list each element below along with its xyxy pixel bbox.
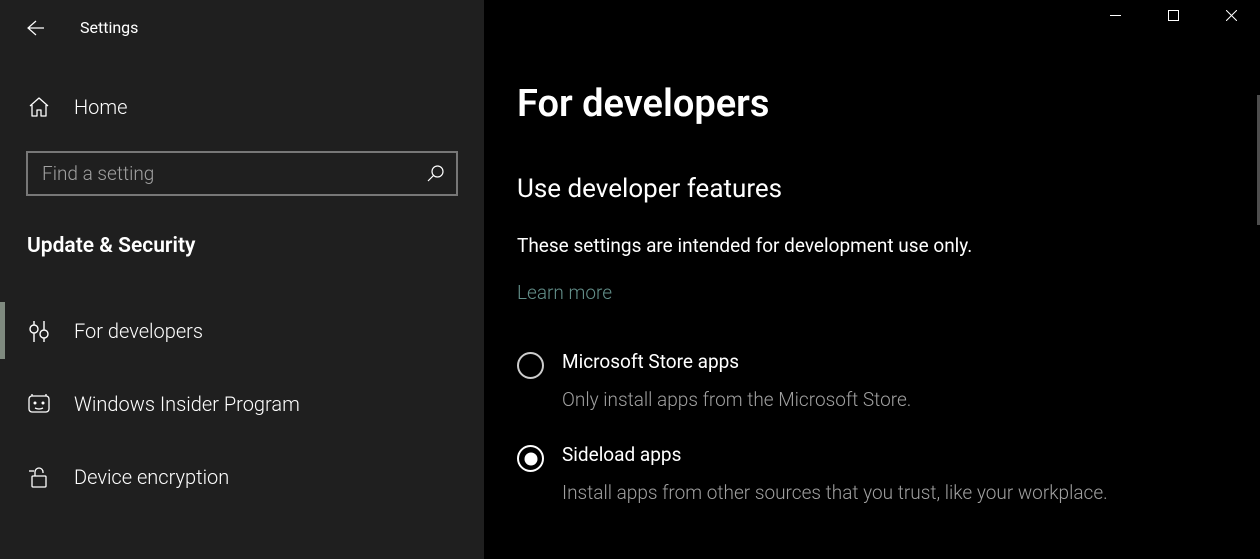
back-button[interactable] <box>24 18 44 38</box>
radio-label: Sideload apps <box>562 443 1108 466</box>
sidebar-item-device-encryption[interactable]: Device encryption <box>0 440 484 513</box>
home-label: Home <box>74 95 127 119</box>
sidebar-item-label: Device encryption <box>74 465 229 489</box>
section-description: These settings are intended for developm… <box>517 234 1260 257</box>
sidebar-section-title: Update & Security <box>0 234 484 258</box>
radio-option-store-apps[interactable]: Microsoft Store apps Only install apps f… <box>517 342 1260 435</box>
radio-button[interactable] <box>517 352 544 379</box>
maximize-button[interactable] <box>1144 0 1202 30</box>
sidebar: Settings Home Update & Securit <box>0 0 484 559</box>
radio-button[interactable] <box>517 445 544 472</box>
learn-more-link[interactable]: Learn more <box>517 281 612 304</box>
close-button[interactable] <box>1202 0 1260 30</box>
radio-label: Microsoft Store apps <box>562 350 911 373</box>
radio-texts: Sideload apps Install apps from other so… <box>562 443 1108 508</box>
insider-icon <box>28 393 50 415</box>
search-box[interactable] <box>26 151 458 196</box>
settings-window: Settings Home Update & Securit <box>0 0 1260 559</box>
radio-description: Only install apps from the Microsoft Sto… <box>562 385 911 415</box>
app-title: Settings <box>80 18 138 37</box>
sidebar-item-label: For developers <box>74 319 203 343</box>
minimize-button[interactable] <box>1086 0 1144 30</box>
sidebar-item-label: Windows Insider Program <box>74 392 300 416</box>
developer-icon <box>28 320 50 342</box>
window-caption-bar <box>1086 0 1260 32</box>
sidebar-item-windows-insider[interactable]: Windows Insider Program <box>0 367 484 440</box>
sidebar-item-for-developers[interactable]: For developers <box>0 294 484 367</box>
search-container <box>26 151 458 196</box>
search-input[interactable] <box>42 162 426 185</box>
developer-mode-radio-group: Microsoft Store apps Only install apps f… <box>517 342 1260 529</box>
encryption-icon <box>28 466 50 488</box>
page-title: For developers <box>517 82 1260 126</box>
radio-description: Install apps from other sources that you… <box>562 478 1108 508</box>
sidebar-home[interactable]: Home <box>0 95 484 119</box>
section-subheading: Use developer features <box>517 174 1260 204</box>
home-icon <box>28 96 50 118</box>
content-pane: For developers Use developer features Th… <box>484 0 1260 559</box>
search-icon <box>426 165 444 183</box>
radio-option-sideload-apps[interactable]: Sideload apps Install apps from other so… <box>517 435 1260 528</box>
sidebar-nav-list: For developers Windows Insider Program <box>0 294 484 513</box>
sidebar-top: Settings <box>0 0 484 55</box>
radio-texts: Microsoft Store apps Only install apps f… <box>562 350 911 415</box>
